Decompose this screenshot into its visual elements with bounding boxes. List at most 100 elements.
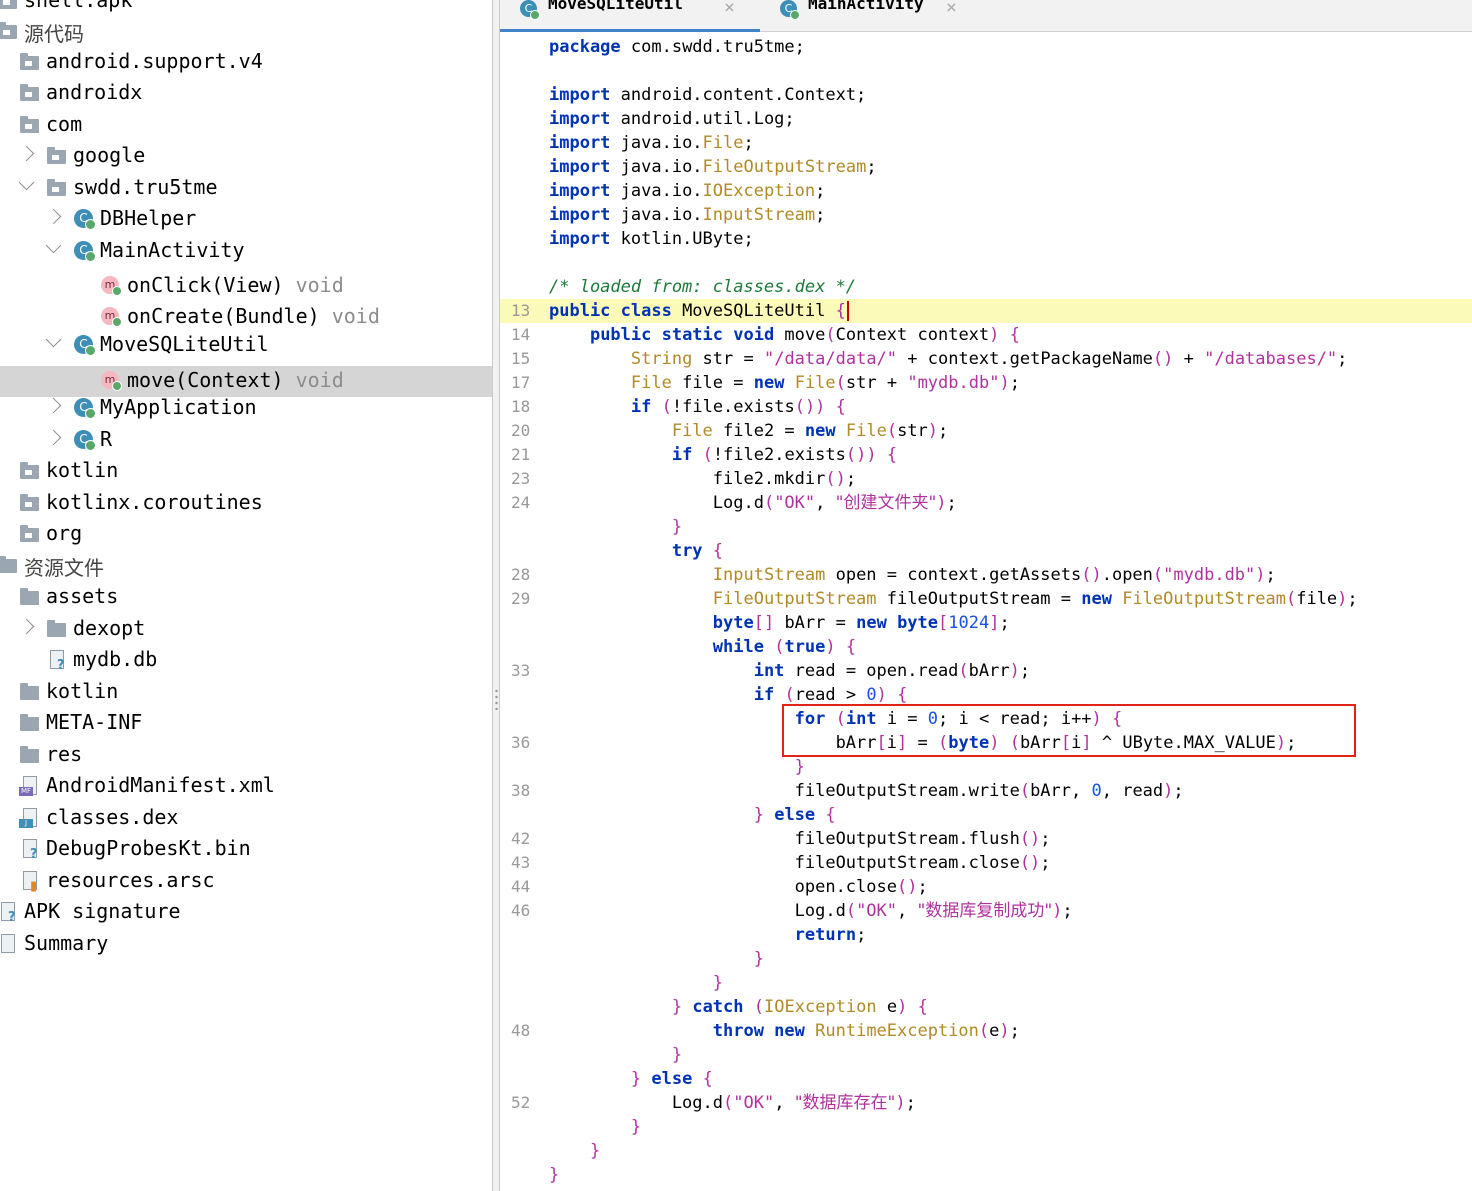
chevron-down-icon[interactable] [45,237,62,254]
code-line[interactable]: 44 open.close(); [500,875,1472,899]
tree-item[interactable]: Jclasses.dex [0,803,492,834]
code-line[interactable]: 38 fileOutputStream.write(bArr, 0, read)… [500,779,1472,803]
tree-item[interactable]: android.support.v4 [0,47,492,78]
code-line[interactable]: } else { [500,803,1472,827]
chevron-right-icon[interactable] [45,208,62,225]
tree-item[interactable]: kotlinx.coroutines [0,488,492,519]
tree-item[interactable]: res [0,740,492,771]
tree-item[interactable]: m onCreate(Bundle) void [0,302,492,333]
tree-item[interactable]: C MainActivity [0,236,492,267]
tree-item[interactable]: kotlin [0,677,492,708]
code-line[interactable]: while (true) { [500,635,1472,659]
tree-item[interactable]: ? DebugProbesKt.bin [0,834,492,865]
code-line[interactable]: 29 FileOutputStream fileOutputStream = n… [500,587,1472,611]
tree-item[interactable]: kotlin [0,456,492,487]
tree-item[interactable]: C DBHelper [0,204,492,235]
tree-item[interactable]: m onClick(View) void [0,271,492,302]
code-line[interactable]: byte[] bArr = new byte[1024]; [500,611,1472,635]
code-line[interactable]: 36 bArr[i] = (byte) (bArr[i] ^ UByte.MAX… [500,731,1472,755]
code-line[interactable]: } [500,1115,1472,1139]
code-line[interactable]: 14 public static void move(Context conte… [500,323,1472,347]
code-line[interactable]: 18 if (!file.exists()) { [500,395,1472,419]
code-line[interactable]: 52 Log.d("OK", "数据库存在"); [500,1091,1472,1115]
code-line[interactable] [500,59,1472,83]
code-line[interactable]: package com.swdd.tru5tme; [500,35,1472,59]
code-line[interactable]: import java.io.IOException; [500,179,1472,203]
line-number: 46 [511,901,531,920]
line-number: 28 [511,565,531,584]
code-line[interactable]: 33 int read = open.read(bArr); [500,659,1472,683]
code-editor[interactable]: package com.swdd.tru5tme; import android.… [500,32,1472,1191]
close-icon[interactable]: × [946,0,957,18]
tree-item[interactable]: CR [0,425,492,456]
code-line[interactable]: 20 File file2 = new File(str); [500,419,1472,443]
code-line[interactable]: 28 InputStream open = context.getAssets(… [500,563,1472,587]
code-line[interactable]: return; [500,923,1472,947]
tab-mainactivity[interactable]: C MainActivity × [760,0,980,32]
code-line[interactable]: 46 Log.d("OK", "数据库复制成功"); [500,899,1472,923]
code-token: { [917,997,928,1017]
tab-movesqliteutil[interactable]: C MoveSQLiteUtil × [500,0,760,32]
tree-item[interactable]: dexopt [0,614,492,645]
tree-item[interactable]: ? APK signature [0,897,492,928]
tree-item[interactable]: com [0,110,492,141]
chevron-right-icon[interactable] [45,397,62,414]
code-line[interactable]: 23 file2.mkdir(); [500,467,1472,491]
code-line[interactable]: 24 Log.d("OK", "创建文件夹"); [500,491,1472,515]
code-line[interactable]: } [500,755,1472,779]
code-line[interactable]: } else { [500,1067,1472,1091]
close-icon[interactable]: × [724,0,735,18]
tree-item[interactable]: 资源文件 [0,550,492,581]
code-line[interactable]: 17 File file = new File(str + "mydb.db")… [500,371,1472,395]
code-text: bArr[i] = (byte) (bArr[i] ^ UByte.MAX_VA… [549,731,1297,755]
tree-item[interactable]: org [0,519,492,550]
code-line[interactable]: 48 throw new RuntimeException(e); [500,1019,1472,1043]
chevron-right-icon[interactable] [18,145,35,162]
code-line[interactable]: 15 String str = "/data/data/" + context.… [500,347,1472,371]
code-line[interactable]: try { [500,539,1472,563]
tree-item[interactable]: swdd.tru5tme [0,173,492,204]
code-token: = [907,733,938,753]
code-line[interactable]: } [500,1043,1472,1067]
code-line[interactable]: /* loaded from: classes.dex */ [500,275,1472,299]
code-line[interactable]: 13 public class MoveSQLiteUtil { [500,299,1472,323]
code-text: Log.d("OK", "数据库存在"); [549,1091,916,1115]
code-line[interactable]: 21 if (!file2.exists()) { [500,443,1472,467]
code-line[interactable]: import kotlin.UByte; [500,227,1472,251]
code-line[interactable]: for (int i = 0; i < read; i++) { [500,707,1472,731]
tree-item[interactable]: C MyApplication [0,393,492,424]
chevron-down-icon[interactable] [18,174,35,191]
tree-item[interactable]: META-INF [0,708,492,739]
chevron-down-icon[interactable] [45,331,62,348]
project-tree[interactable]: shell.apk 源代码 android.support.v4 androidx co… [0,0,492,1191]
code-line[interactable]: 42 fileOutputStream.flush(); [500,827,1472,851]
tree-item[interactable]: ? mydb.db [0,645,492,676]
code-line[interactable]: import java.io.InputStream; [500,203,1472,227]
code-line[interactable]: if (read > 0) { [500,683,1472,707]
tree-item[interactable]: google [0,141,492,172]
tree-item[interactable]: androidx [0,78,492,109]
code-line[interactable]: import java.io.File; [500,131,1472,155]
tree-item[interactable]: ▮ resources.arsc [0,866,492,897]
panel-splitter[interactable] [492,0,500,1191]
code-line[interactable]: } catch (IOException e) { [500,995,1472,1019]
tree-item[interactable]: 源代码 [0,16,492,47]
code-line[interactable]: } [500,515,1472,539]
code-token: ; [743,133,754,153]
code-line[interactable]: } [500,1163,1472,1187]
code-line[interactable]: 43 fileOutputStream.close(); [500,851,1472,875]
code-line[interactable]: import java.io.FileOutputStream; [500,155,1472,179]
code-line[interactable]: } [500,1139,1472,1163]
tree-item[interactable]: shell.apk [0,0,492,17]
tree-item[interactable]: MF AndroidManifest.xml [0,771,492,802]
tree-item[interactable]: Summary [0,929,492,960]
code-line[interactable] [500,251,1472,275]
code-line[interactable]: import android.util.Log; [500,107,1472,131]
code-line[interactable]: } [500,947,1472,971]
code-line[interactable]: } [500,971,1472,995]
chevron-right-icon[interactable] [18,618,35,635]
code-line[interactable]: import android.content.Context; [500,83,1472,107]
chevron-right-icon[interactable] [45,429,62,446]
tree-item[interactable]: assets [0,582,492,613]
tree-item[interactable]: C MoveSQLiteUtil [0,330,492,361]
